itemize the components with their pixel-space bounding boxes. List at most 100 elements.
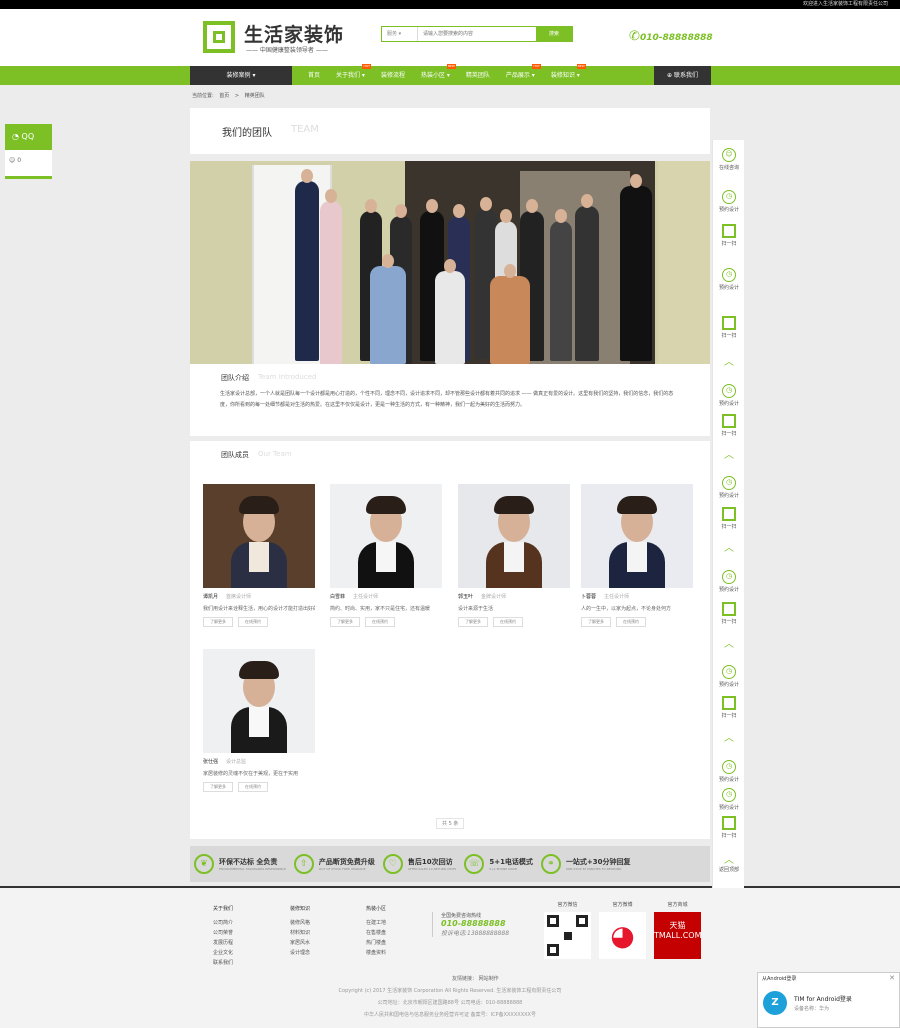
footer-link[interactable]: 热门楼盘 [366,938,386,948]
member-card[interactable]: 郭玉叶 金牌设计师 设计来源于生活 了解更多 在线预约 [458,484,570,627]
scan-qr-button[interactable]: 扫一扫 [713,816,745,839]
photo-person [620,174,652,361]
member-photo[interactable] [581,484,693,588]
qq-header[interactable]: ◔ QQ [5,124,52,150]
book-design-button[interactable]: ◷ 预约设计 [713,190,745,213]
nav-case-dropdown[interactable]: 装修案例 ▾ [190,66,292,85]
footer-link[interactable]: 楼盘资料 [366,948,386,958]
book-button[interactable]: 在线预约 [238,782,268,792]
footer-weibo[interactable]: 官方微博 ◕ [599,901,646,959]
footer-link[interactable]: 家居风水 [290,938,310,948]
online-chat-button[interactable]: ☺ 在线咨询 [713,148,745,171]
footer-link[interactable]: 联系我们 [213,958,233,968]
footer-tmall[interactable]: 官方商城 天猫 TMALL.COM [654,901,702,959]
book-design-button[interactable]: ◷ 预约设计 [713,570,745,593]
member-name[interactable]: 郭玉叶 [458,594,473,600]
scroll-up-button[interactable]: ︿ [713,358,745,368]
book-button[interactable]: 在线预约 [365,617,395,627]
photo-right-wall [658,161,710,364]
more-button[interactable]: 了解更多 [581,617,611,627]
scan-qr-button[interactable]: 扫一扫 [713,507,745,530]
friend-links[interactable]: 友情链接： 网站制作 [452,975,499,982]
nav-item[interactable]: 产品展示 ▾ HOT [498,64,543,85]
search-input[interactable] [420,27,536,41]
member-photo[interactable] [330,484,442,588]
scroll-up-button[interactable]: ︿ [713,544,745,554]
more-button[interactable]: 了解更多 [203,782,233,792]
book-design-button[interactable]: ◷ 预约设计 [713,268,745,291]
book-design-button[interactable]: ◷ 预约设计 [713,476,745,499]
close-icon[interactable]: ✕ [889,974,895,982]
photo-person [575,194,599,361]
link-icon: ⚭ [540,854,561,874]
footer-link[interactable]: 材料知识 [290,928,310,938]
footer-link[interactable]: 在售楼盘 [366,928,386,938]
member-name[interactable]: 谭凯月 [203,594,218,600]
book-design-button[interactable]: ◷ 预约设计 [713,788,745,811]
clock-icon: ◷ [722,384,736,398]
footer-link[interactable]: 发展历程 [213,938,233,948]
more-button[interactable]: 了解更多 [203,617,233,627]
tim-logo-icon: Z [763,991,787,1015]
clock-icon: ◷ [722,570,736,584]
more-button[interactable]: 了解更多 [458,617,488,627]
chevron-up-icon: ︿ [724,855,734,866]
member-card[interactable]: 白雪菲 主任设计师 简约、时尚、实用，家不只是住宅，还有温暖 了解更多 在线预约 [330,484,442,627]
member-card[interactable]: 谭凯月 首席设计师我们用设计来诠释生活，用心的设计才能打造出好的作品了解更多在线预… [203,484,315,627]
footer-link[interactable]: 企业文化 [213,948,233,958]
scroll-up-button[interactable]: ︿ [713,734,745,744]
scan-qr-button[interactable]: 扫一扫 [713,696,745,719]
nav-item[interactable]: 关于我们 ▾ HOT [328,64,373,85]
qr-code-icon [722,316,736,330]
member-role: 首席设计师 [226,594,252,600]
nav-contact-button[interactable]: ⊕ 联系我们 [654,66,711,85]
scroll-up-button[interactable]: ︿ [713,640,745,650]
nav-item[interactable]: 热装小区 ▾ NEW [413,64,458,85]
member-photo[interactable] [203,649,315,753]
login-notification[interactable]: 从Android登录 ✕ Z TIM for Android登录 设备名称：华为 [757,972,900,1028]
scan-qr-button[interactable]: 扫一扫 [713,316,745,339]
member-name[interactable]: 张仕强 [203,759,218,765]
scroll-up-button[interactable]: ︿ [713,451,745,461]
search-category-select[interactable]: 服务 ▾ [382,27,418,41]
search-button[interactable]: 搜索 [536,27,572,41]
breadcrumb-sep: > [234,93,240,99]
book-design-button[interactable]: ◷ 预约设计 [713,384,745,407]
more-button[interactable]: 了解更多 [330,617,360,627]
book-design-button[interactable]: ◷ 预约设计 [713,665,745,688]
logo-icon[interactable] [203,21,235,53]
nav-item[interactable]: 首页 [300,66,328,85]
book-button[interactable]: 在线预约 [238,617,268,627]
member-card[interactable]: 卜蓉蓉 主任设计师 人的一生中，以家为起点，不论身处何方 了解更多 在线预约 [581,484,693,627]
footer-wechat[interactable]: 官方微信 [544,901,591,959]
footer-link[interactable]: 装修风格 [290,918,310,928]
footer-link[interactable]: 公司荣誉 [213,928,233,938]
scan-qr-button[interactable]: 扫一扫 [713,602,745,625]
scroll-up-button[interactable]: ︿ 返回顶部 [713,855,745,874]
scan-qr-button[interactable]: 扫一扫 [713,414,745,437]
feature-item: ♡ 售后10次回访 AFTER-SALES 10 RETURN VISITS [382,854,456,874]
member-card[interactable]: 张仕强 设计总监 家居装修的灵魂不仅在于美观，更在于实用 了解更多 在线预约 [203,649,315,792]
qq-widget[interactable]: ◔ QQ ☺ 0 [5,124,52,179]
scan-qr-button[interactable]: 扫一扫 [713,224,745,247]
nav-item[interactable]: 装修知识 ▾ NEW [543,64,588,85]
footer-link[interactable]: 公司简介 [213,918,233,928]
top-strip: 欢迎进入生活家装饰工程有限责任公司 [0,0,900,9]
logo-title[interactable]: 生活家装饰 [244,20,344,47]
book-button[interactable]: 在线预约 [493,617,523,627]
footer-link[interactable]: 在建工地 [366,918,386,928]
nav-item[interactable]: 精英团队 [458,66,498,85]
nav-item[interactable]: 装修流程 [373,66,413,85]
footer-link[interactable]: 设计理念 [290,948,310,958]
chevron-up-icon: ︿ [724,543,734,554]
intro-text: 生活家设计总部，一个人就是团队每一个设计都是用心打造的，个性不同，理念不同，设计… [220,391,674,408]
member-name[interactable]: 卜蓉蓉 [581,594,596,600]
book-design-button[interactable]: ◷ 预约设计 [713,760,745,783]
book-button[interactable]: 在线预约 [616,617,646,627]
photo-person [550,209,572,361]
member-photo[interactable] [458,484,570,588]
toolbar-label: 扫一扫 [721,619,737,625]
breadcrumb-home[interactable]: 首页 [219,93,229,99]
member-photo[interactable] [203,484,315,588]
member-name[interactable]: 白雪菲 [330,594,345,600]
